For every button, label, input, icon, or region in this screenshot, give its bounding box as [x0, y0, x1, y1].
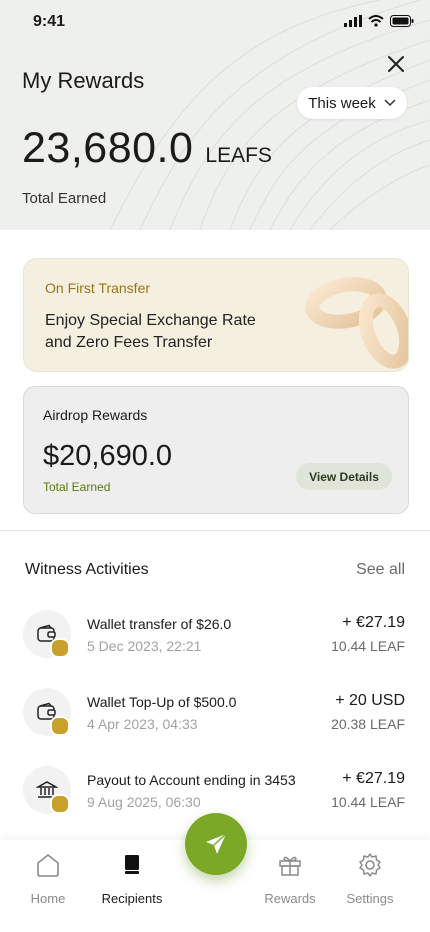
nav-recipients-label: Recipients [101, 891, 163, 906]
see-all-link[interactable]: See all [356, 561, 405, 579]
send-icon [206, 833, 227, 854]
promo-card[interactable]: On First Transfer Enjoy Special Exchange… [23, 258, 409, 372]
wifi-icon [368, 15, 384, 27]
period-dropdown[interactable]: This week [297, 87, 407, 119]
battery-icon [390, 15, 414, 27]
view-details-button[interactable]: View Details [296, 463, 392, 490]
page-title: My Rewards [22, 68, 145, 93]
chain-link-icon [305, 277, 408, 369]
total-earned: 23,680.0 LEAFS [22, 124, 272, 173]
rewards-header: 9:41 My Rewards This week 23,680.0 LEAFS… [0, 0, 430, 230]
home-icon [37, 853, 59, 877]
nav-rewards-label: Rewards [264, 891, 316, 906]
airdrop-card: Airdrop Rewards $20,690.0 Total Earned V… [23, 386, 409, 514]
activity-amount: + €27.19 [342, 770, 405, 787]
activity-date: 5 Dec 2023, 22:21 [87, 638, 202, 654]
eye-badge-icon [50, 716, 70, 736]
nav-recipients[interactable]: Recipients [92, 852, 172, 906]
divider [0, 530, 430, 531]
total-unit: LEAFS [205, 144, 272, 167]
activity-leaf: 10.44 LEAF [331, 794, 405, 810]
status-time: 9:41 [33, 13, 66, 30]
airdrop-sublabel: Total Earned [43, 480, 111, 494]
total-value: 23,680.0 [22, 124, 194, 172]
activities-title: Witness Activities [25, 561, 149, 578]
gear-icon [359, 853, 381, 877]
nav-settings-label: Settings [346, 891, 394, 906]
book-icon [125, 855, 139, 874]
promo-tag: On First Transfer [45, 280, 151, 296]
activity-amount: + 20 USD [335, 692, 405, 709]
close-icon[interactable] [384, 52, 408, 76]
airdrop-label: Airdrop Rewards [43, 407, 148, 423]
eye-badge-icon [50, 638, 70, 658]
signal-icon [344, 15, 362, 27]
airdrop-amount: $20,690.0 [43, 440, 173, 472]
activity-date: 4 Apr 2023, 04:33 [87, 716, 198, 732]
activity-leaf: 10.44 LEAF [331, 638, 405, 654]
activity-title: Payout to Account ending in 3453 [87, 772, 296, 788]
promo-text: Enjoy Special Exchange Rate and Zero Fee… [45, 312, 256, 351]
gift-icon [279, 856, 301, 876]
status-icons [344, 15, 414, 27]
total-label: Total Earned [22, 190, 107, 207]
activity-title: Wallet Top-Up of $500.0 [87, 694, 237, 710]
activity-date: 9 Aug 2025, 06:30 [87, 794, 201, 810]
activity-amount: + €27.19 [342, 614, 405, 631]
period-label: This week [308, 94, 376, 112]
activity-row[interactable]: Wallet Top-Up of $500.0 4 Apr 2023, 04:3… [23, 688, 407, 744]
activity-row[interactable]: Wallet transfer of $26.0 5 Dec 2023, 22:… [23, 610, 407, 666]
nav-home-label: Home [30, 891, 66, 906]
eye-badge-icon [50, 794, 70, 814]
nav-rewards[interactable]: Rewards [250, 852, 330, 906]
nav-home[interactable]: Home [8, 852, 88, 906]
chevron-down-icon [384, 99, 396, 107]
nav-settings[interactable]: Settings [330, 852, 410, 906]
send-button[interactable] [185, 813, 247, 875]
activity-leaf: 20.38 LEAF [331, 716, 405, 732]
activity-title: Wallet transfer of $26.0 [87, 616, 232, 632]
